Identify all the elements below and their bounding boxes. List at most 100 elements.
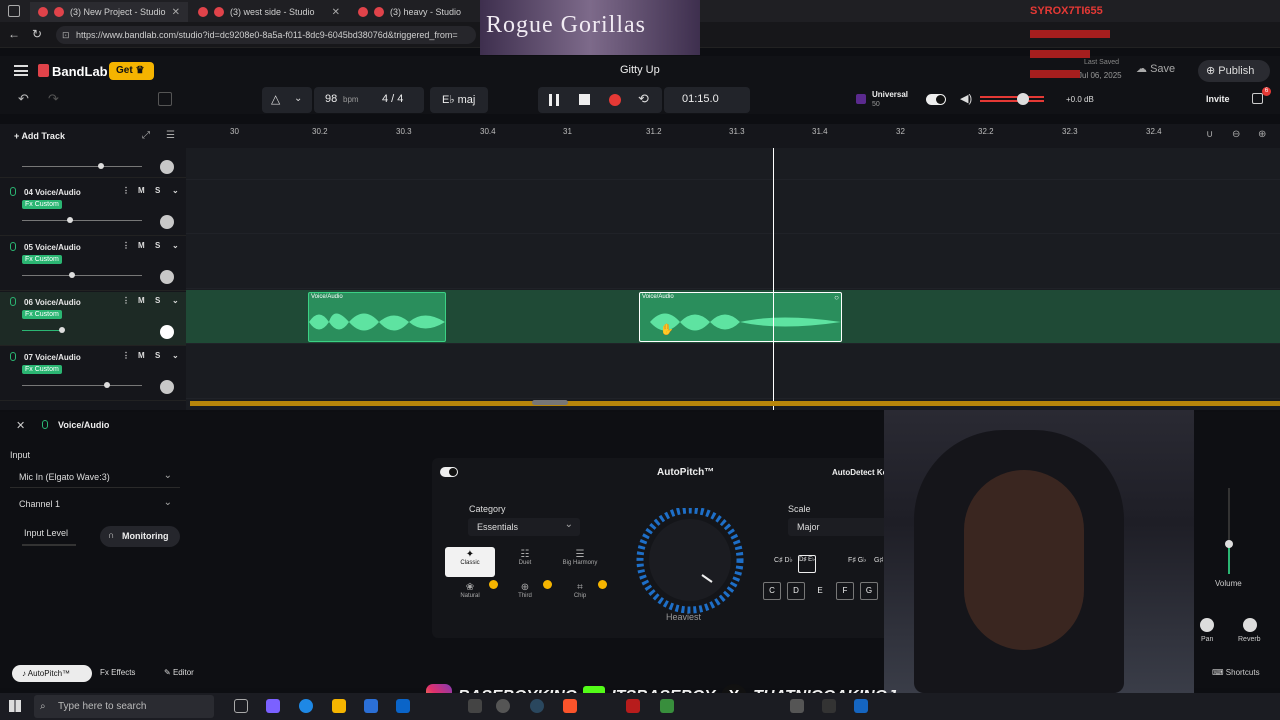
copilot-icon[interactable]	[266, 699, 280, 713]
gift-icon[interactable]	[1252, 93, 1263, 104]
project-title[interactable]: Gitty Up	[620, 64, 660, 76]
solo-button[interactable]: S	[155, 186, 160, 195]
audio-clip[interactable]: Voice/Audio	[308, 292, 446, 342]
metronome-button[interactable]: △ ⌄	[262, 87, 312, 113]
app-icon[interactable]	[790, 699, 804, 713]
edit-tool-icon[interactable]	[158, 92, 172, 106]
back-icon[interactable]: ←	[8, 27, 20, 41]
track-menu-icon[interactable]: ⋮	[122, 186, 130, 195]
track-menu-icon[interactable]: ⋮	[122, 296, 130, 305]
track-06[interactable]: 06 Voice/Audio Fx Custom ⋮ M S ⌄	[0, 292, 186, 346]
style-classic[interactable]: ✦ Classic	[445, 547, 495, 577]
volume-knob[interactable]	[104, 382, 110, 388]
volume-fader[interactable]	[1225, 488, 1233, 574]
fx-badge[interactable]: Fx Custom	[22, 255, 62, 264]
pan-knob[interactable]	[1200, 618, 1214, 632]
key-d[interactable]: D	[787, 582, 805, 600]
master-volume-slider[interactable]	[980, 96, 1044, 102]
chevron-down-icon[interactable]: ⌄	[172, 186, 179, 195]
pan-knob[interactable]	[160, 160, 174, 174]
volume-slider[interactable]	[22, 330, 64, 331]
tab-autopitch[interactable]: ♪ AutoPitch™	[12, 665, 92, 682]
track-05[interactable]: 05 Voice/Audio Fx Custom ⋮ M S ⌄	[0, 237, 186, 291]
app-name[interactable]: BandLab	[52, 64, 108, 79]
volume-knob[interactable]	[67, 217, 73, 223]
invite-button[interactable]: Invite	[1206, 94, 1230, 104]
chevron-down-icon[interactable]: ⌄	[172, 351, 179, 360]
window-menu-icon[interactable]	[8, 5, 20, 17]
solo-button[interactable]: S	[155, 351, 160, 360]
app-icon[interactable]	[660, 699, 674, 713]
fx-badge[interactable]: Fx Custom	[22, 310, 62, 319]
track-name[interactable]: 05 Voice/Audio	[24, 243, 81, 252]
app-icon[interactable]	[468, 699, 482, 713]
key-g[interactable]: G	[860, 582, 878, 600]
track-name[interactable]: 06 Voice/Audio	[24, 298, 81, 307]
input-device-select[interactable]: Mic In (Elgato Wave:3) ⌄	[10, 468, 180, 488]
track-lane[interactable]	[186, 345, 1280, 399]
key-f-sharp[interactable]: F♯ G♭	[848, 557, 868, 565]
browser-tab[interactable]: (3) west side - Studio ✕	[190, 2, 348, 22]
app-icon[interactable]	[496, 699, 510, 713]
fx-badge[interactable]: Fx Custom	[22, 200, 62, 209]
zoom-in-icon[interactable]: ⊕	[1258, 129, 1266, 140]
store-icon[interactable]	[364, 699, 378, 713]
magnet-icon[interactable]: ∪	[1206, 129, 1213, 140]
app-icon[interactable]	[822, 699, 836, 713]
task-view-icon[interactable]	[234, 699, 248, 713]
pan-knob[interactable]	[160, 270, 174, 284]
track-menu-icon[interactable]: ⋮	[122, 351, 130, 360]
tab-editor[interactable]: ✎ Editor	[164, 668, 194, 677]
app-icon[interactable]	[854, 699, 868, 713]
pan-knob[interactable]	[160, 380, 174, 394]
mute-button[interactable]: M	[138, 186, 145, 195]
redo-icon[interactable]: ↷	[48, 91, 59, 107]
bandlab-logo-icon[interactable]	[38, 64, 49, 77]
key-d-sharp[interactable]: D♯ E♭	[798, 555, 816, 573]
stop-button[interactable]	[579, 94, 590, 105]
channel-select[interactable]: Channel 1 ⌄	[10, 495, 180, 515]
style-natural[interactable]: ❀ Natural	[445, 582, 495, 612]
pan-knob[interactable]	[160, 325, 174, 339]
reverb-knob[interactable]	[1243, 618, 1257, 632]
windows-start-icon[interactable]	[9, 700, 21, 712]
pause-button[interactable]	[549, 94, 559, 106]
mixer-icon[interactable]: ☰	[166, 130, 175, 141]
steam-icon[interactable]	[530, 699, 544, 713]
get-membership-button[interactable]: Get ♛	[109, 62, 154, 80]
volume-knob[interactable]	[59, 327, 65, 333]
pan-knob[interactable]	[160, 215, 174, 229]
key-f[interactable]: F	[836, 582, 854, 600]
browser-tab[interactable]: (3) heavy - Studio	[350, 2, 480, 22]
volume-slider[interactable]	[22, 385, 142, 386]
add-track-button[interactable]: + Add Track	[14, 131, 65, 141]
timeline[interactable]: 30 30.2 30.3 30.4 31 31.2 31.3 31.4 32 3…	[186, 124, 1280, 410]
track-lane[interactable]	[186, 148, 1280, 180]
tempo-field[interactable]: 98 bpm 4 / 4	[314, 87, 424, 113]
solo-button[interactable]: S	[155, 296, 160, 305]
audio-clip-selected[interactable]: Voice/Audio ○ ✋	[639, 292, 842, 342]
track-lane[interactable]	[186, 235, 1280, 289]
file-explorer-icon[interactable]	[332, 699, 346, 713]
close-panel-icon[interactable]: ✕	[16, 419, 25, 432]
track-lane[interactable]	[186, 180, 1280, 234]
chevron-down-icon[interactable]: ⌄	[172, 241, 179, 250]
volume-slider[interactable]	[22, 220, 142, 221]
close-tab-icon[interactable]: ✕	[172, 7, 180, 18]
volume-knob[interactable]	[98, 163, 104, 169]
category-select[interactable]: Essentials ⌄	[468, 518, 580, 536]
scale-select[interactable]: Major	[788, 518, 892, 536]
key-c-sharp[interactable]: C♯ D♭	[774, 557, 794, 565]
zoom-out-icon[interactable]: ⊖	[1232, 129, 1240, 140]
loop-button[interactable]: ⟲	[638, 91, 649, 107]
chevron-down-icon[interactable]: ⌄	[172, 296, 179, 305]
track-lane-selected[interactable]: Voice/Audio Voice/Audio ○ ✋	[186, 290, 1280, 344]
mastering-preset[interactable]: Universal 50	[850, 88, 930, 112]
key-e[interactable]: E	[811, 582, 829, 600]
volume-fader-knob[interactable]	[1225, 540, 1233, 548]
solo-button[interactable]: S	[155, 241, 160, 250]
publish-button[interactable]: ⊕ Publish	[1198, 60, 1270, 82]
hamburger-menu-icon[interactable]	[14, 65, 28, 76]
horizontal-scrollbar[interactable]	[532, 400, 568, 405]
key-c[interactable]: C	[763, 582, 781, 600]
